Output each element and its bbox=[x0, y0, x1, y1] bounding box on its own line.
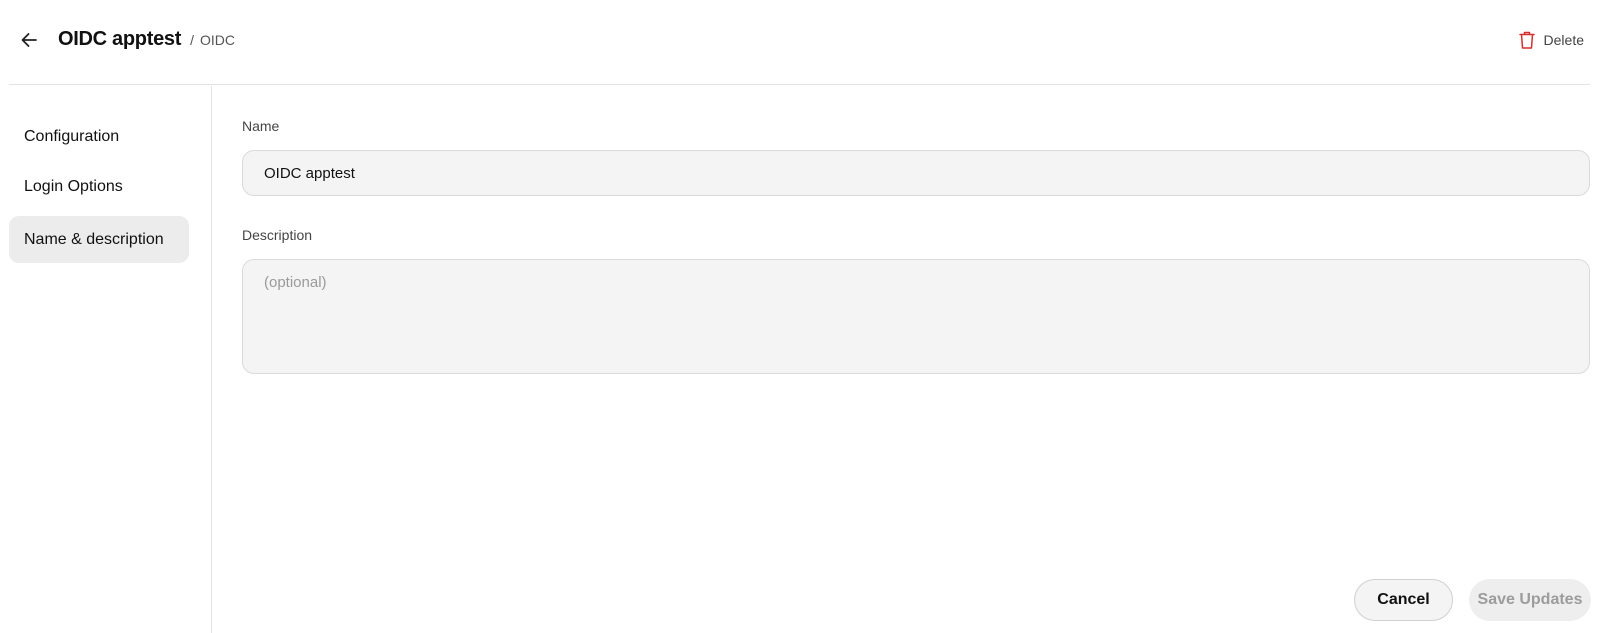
sidebar-item-label: Name & description bbox=[24, 230, 164, 248]
sidebar-item-configuration[interactable]: Configuration bbox=[9, 113, 189, 160]
save-updates-button[interactable]: Save Updates bbox=[1469, 579, 1591, 621]
sidebar-nav: Configuration Login Options Name & descr… bbox=[9, 86, 212, 633]
sidebar-item-label: Configuration bbox=[24, 127, 120, 145]
breadcrumb: OIDC bbox=[199, 32, 235, 48]
app-settings-page: OIDC apptest / OIDC Delete Configuration… bbox=[0, 0, 1603, 633]
description-input[interactable] bbox=[242, 259, 1590, 374]
sidebar-item-login-options[interactable]: Login Options bbox=[9, 163, 189, 210]
title-area: OIDC apptest / OIDC bbox=[58, 28, 235, 51]
page-title: OIDC apptest bbox=[58, 28, 182, 50]
sidebar-item-label: Login Options bbox=[24, 177, 123, 195]
arrow-left-icon bbox=[21, 33, 37, 47]
trash-icon bbox=[1518, 31, 1535, 49]
delete-label: Delete bbox=[1543, 32, 1584, 48]
cancel-button[interactable]: Cancel bbox=[1354, 579, 1453, 621]
page-header: OIDC apptest / OIDC Delete bbox=[9, 0, 1590, 85]
name-label: Name bbox=[242, 118, 280, 134]
delete-button[interactable]: Delete bbox=[1518, 28, 1590, 52]
sidebar-item-name-description[interactable]: Name & description bbox=[9, 216, 189, 263]
description-label: Description bbox=[242, 227, 313, 243]
back-button[interactable] bbox=[17, 28, 41, 52]
breadcrumb-separator: / bbox=[190, 32, 194, 48]
name-input[interactable] bbox=[242, 150, 1590, 196]
